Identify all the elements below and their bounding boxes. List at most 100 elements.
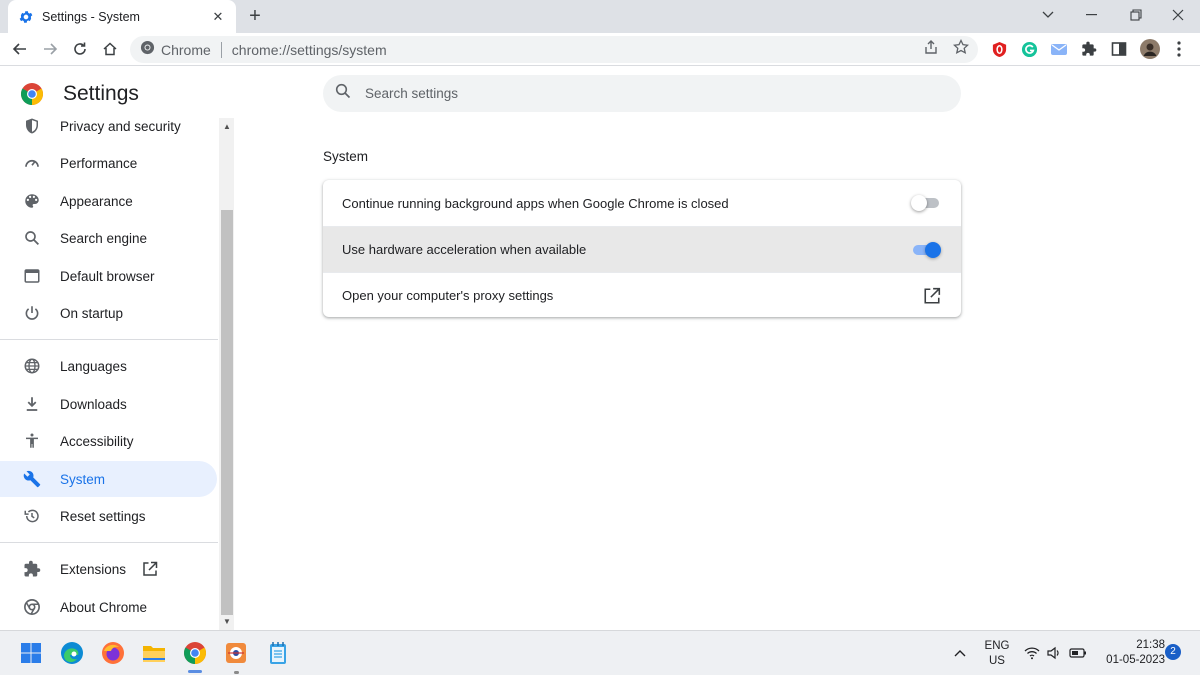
sidebar-item-privacy-and-security[interactable]: Privacy and security [0, 108, 217, 144]
sidebar-item-label: System [60, 471, 106, 487]
snipping-app-icon[interactable] [223, 640, 249, 666]
sidebar-item-downloads[interactable]: Downloads [0, 386, 217, 422]
tab-strip: Settings - System ✕ + [0, 0, 1200, 33]
sidebar-item-accessibility[interactable]: Accessibility [0, 423, 217, 459]
notification-count-badge[interactable]: 2 [1165, 644, 1181, 660]
chrome-site-icon [140, 40, 155, 60]
grammarly-icon[interactable] [1020, 40, 1038, 58]
language-code: ENG [984, 640, 1010, 652]
sidebar-item-reset-settings[interactable]: Reset settings [0, 498, 217, 534]
sidebar-item-performance[interactable]: Performance [0, 145, 217, 181]
new-tab-button[interactable]: + [244, 5, 266, 27]
forward-icon[interactable] [38, 37, 62, 61]
sidebar-item-languages[interactable]: Languages [0, 348, 217, 384]
chrome-taskbar-icon[interactable] [182, 640, 208, 666]
search-settings-box[interactable] [323, 75, 961, 112]
setting-label: Open your computer's proxy settings [342, 288, 554, 303]
sidebar-item-default-browser[interactable]: Default browser [0, 258, 217, 294]
sidebar-item-label: Reset settings [60, 508, 146, 524]
system-settings-card: Continue running background apps when Go… [323, 180, 961, 317]
background-apps-toggle[interactable] [911, 195, 941, 211]
file-explorer-icon[interactable] [141, 640, 167, 666]
site-name: Chrome [161, 41, 211, 58]
back-icon[interactable] [8, 37, 32, 61]
sidebar-item-system[interactable]: System [0, 461, 217, 497]
extensions-puzzle-icon[interactable] [1080, 40, 1098, 58]
setting-row-proxy-settings[interactable]: Open your computer's proxy settings [323, 272, 961, 317]
search-icon [22, 228, 42, 248]
download-icon [22, 394, 42, 414]
setting-row-background-apps[interactable]: Continue running background apps when Go… [323, 180, 961, 226]
notepad-icon[interactable] [265, 640, 291, 666]
sidebar-item-on-startup[interactable]: On startup [0, 295, 217, 331]
chrome-logo-icon [20, 82, 44, 106]
volume-icon[interactable] [1044, 640, 1064, 666]
clock[interactable]: 21:38 01-05-2023 [1095, 639, 1165, 666]
language-region: US [989, 655, 1005, 667]
running-app-indicator [234, 671, 239, 674]
sidebar-item-label: Privacy and security [60, 118, 181, 134]
share-icon[interactable] [922, 38, 940, 56]
external-link-icon[interactable] [923, 287, 941, 305]
sidebar-scrollbar-thumb[interactable] [221, 210, 233, 615]
accessibility-icon [22, 431, 42, 451]
sidebar-item-label: Search engine [60, 230, 148, 246]
setting-row-hardware-acceleration[interactable]: Use hardware acceleration when available [323, 226, 961, 272]
speedometer-icon [22, 153, 42, 173]
sidebar-item-about-chrome[interactable]: About Chrome [0, 589, 217, 625]
more-menu-icon[interactable] [1170, 40, 1188, 58]
sidebar-item-label: About Chrome [60, 599, 148, 615]
bookmark-star-icon[interactable] [952, 38, 970, 56]
language-indicator[interactable]: ENG US [980, 640, 1014, 667]
close-window-icon[interactable] [1156, 0, 1200, 30]
show-hidden-icons-chevron-icon[interactable] [950, 640, 970, 666]
tab-title: Settings - System [42, 9, 140, 24]
side-panel-icon[interactable] [1110, 40, 1128, 58]
tab-search-icon[interactable] [1026, 0, 1070, 30]
url-text[interactable]: chrome://settings/system [232, 42, 387, 58]
toggle-knob [911, 195, 927, 211]
sidebar-item-search-engine[interactable]: Search engine [0, 220, 217, 256]
wrench-icon [22, 469, 42, 489]
opera-extension-icon[interactable] [990, 40, 1008, 58]
sidebar-item-label: Accessibility [60, 433, 134, 449]
home-icon[interactable] [98, 37, 122, 61]
sidebar-item-label: Downloads [60, 396, 127, 412]
scroll-up-arrow-icon[interactable]: ▲ [221, 122, 233, 132]
sidebar-item-label: Performance [60, 155, 138, 171]
sidebar-item-appearance[interactable]: Appearance [0, 183, 217, 219]
setting-label: Continue running background apps when Go… [342, 195, 729, 211]
active-app-indicator [188, 670, 202, 673]
search-settings-input[interactable] [365, 86, 925, 101]
restore-icon [22, 506, 42, 526]
address-bar[interactable]: Chrome chrome://settings/system [130, 36, 978, 63]
settings-gear-icon [18, 9, 34, 25]
sidebar-item-extensions[interactable]: Extensions [0, 551, 217, 587]
toggle-knob [925, 242, 941, 258]
firefox-icon[interactable] [100, 640, 126, 666]
globe-icon [22, 356, 42, 376]
tab-close-icon[interactable]: ✕ [210, 9, 226, 25]
restore-window-icon[interactable] [1114, 0, 1158, 30]
settings-title: Settings [63, 82, 139, 105]
edge-browser-icon[interactable] [59, 640, 85, 666]
hardware-acceleration-toggle[interactable] [911, 242, 941, 258]
minimize-icon[interactable] [1070, 0, 1114, 30]
reload-icon[interactable] [68, 37, 92, 61]
battery-icon[interactable] [1067, 640, 1089, 666]
profile-avatar[interactable] [1140, 39, 1160, 59]
search-icon [335, 83, 351, 104]
power-icon [22, 303, 42, 323]
external-link-icon [142, 561, 158, 577]
clock-time: 21:38 [1136, 639, 1165, 651]
windows-start-icon[interactable] [18, 640, 44, 666]
sidebar-item-label: Languages [60, 358, 127, 374]
scroll-down-arrow-icon[interactable]: ▼ [221, 617, 233, 627]
wifi-icon[interactable] [1022, 640, 1042, 666]
mail-extension-icon[interactable] [1050, 40, 1068, 58]
omnibox-separator [220, 41, 222, 58]
sidebar-divider [0, 542, 218, 543]
sidebar-divider [0, 339, 218, 340]
clock-date: 01-05-2023 [1106, 654, 1165, 666]
tab-settings-system[interactable]: Settings - System ✕ [8, 0, 236, 33]
